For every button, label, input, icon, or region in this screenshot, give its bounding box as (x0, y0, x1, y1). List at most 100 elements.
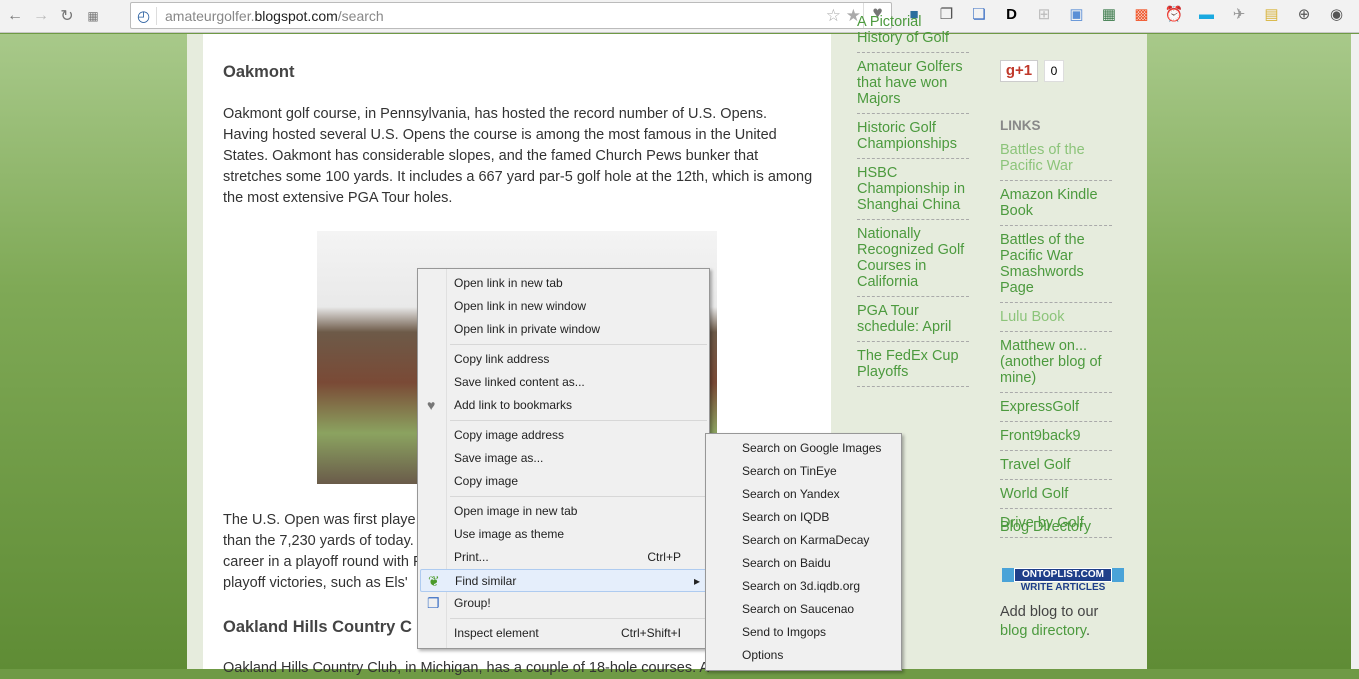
link-item[interactable]: ExpressGolf (1000, 399, 1112, 422)
back-button[interactable]: ← (4, 7, 26, 25)
link-item[interactable]: Amazon Kindle Book (1000, 187, 1112, 226)
menu-item[interactable]: Print... Ctrl+P (420, 546, 707, 569)
d-icon[interactable]: D (1002, 5, 1022, 25)
submenu-item[interactable]: Search on Yandex (708, 483, 899, 506)
forward-button[interactable]: → (30, 7, 52, 25)
link-item[interactable]: Front9back9 (1000, 428, 1112, 451)
menu-item-label: Save linked content as... (454, 375, 585, 389)
link-item[interactable]: Matthew on... (another blog of mine) (1000, 338, 1112, 393)
menu-item-label: Copy image address (454, 428, 565, 442)
link-item[interactable]: World Golf (1000, 486, 1112, 509)
menu-item[interactable]: Open image in new tab (420, 500, 707, 523)
sidebar-post-link[interactable]: HSBC Championship in Shanghai China (857, 165, 969, 220)
add-blog-text: Add blog to our blog directory. (1000, 603, 1120, 641)
link-item[interactable]: Travel Golf (1000, 457, 1112, 480)
menu-item[interactable]: Save linked content as... (420, 371, 707, 394)
menu-separator (450, 420, 707, 421)
menu-item[interactable]: Save image as... (420, 447, 707, 470)
menu-item-label: Open link in private window (454, 322, 601, 336)
menu-item-label: Find similar (455, 574, 517, 588)
menu-item[interactable]: Copy image (420, 470, 707, 493)
leaf-icon: ❦ (428, 573, 440, 589)
link-item[interactable]: Battles of the Pacific War Smashwords Pa… (1000, 232, 1112, 303)
gplus-button[interactable]: g+1 (1000, 60, 1038, 82)
links-heading: LINKS (1000, 118, 1041, 133)
sidebar-post-link[interactable]: Historic Golf Championships (857, 120, 969, 159)
submenu-item[interactable]: Search on IQDB (708, 506, 899, 529)
submenu-item[interactable]: Search on TinEye (708, 460, 899, 483)
menu-item-label: Use image as theme (454, 527, 565, 541)
submenu-arrow-icon: ▸ (693, 574, 700, 588)
url-text[interactable]: amateurgolfer.blogspot.com/search (157, 8, 384, 24)
link-item[interactable]: Lulu Book (1000, 309, 1112, 332)
ontoplist-badge[interactable]: ONTOPLIST.COM WRITE ARTICLES (1002, 568, 1124, 598)
note-icon[interactable]: ▦ (1099, 5, 1119, 25)
download-icon[interactable]: ⊕ (1294, 5, 1314, 25)
add-blog-link[interactable]: blog directory (1000, 623, 1086, 639)
layout-icon[interactable]: ▣ (1067, 5, 1087, 25)
folder-icon[interactable]: ▤ (1262, 5, 1282, 25)
scrollbar[interactable] (1351, 34, 1359, 669)
sidebar-posts: A Pictorial History of Golf Amateur Golfe… (857, 14, 969, 393)
menu-separator (450, 618, 707, 619)
menu-separator (450, 496, 707, 497)
terminal-icon[interactable]: ▬ (1197, 5, 1217, 25)
alarm-icon[interactable]: ⏰ (1164, 5, 1184, 25)
menu-item[interactable]: Open link in new window (420, 295, 707, 318)
menu-item[interactable]: Copy link address (420, 348, 707, 371)
link-item[interactable]: Battles of the Pacific War (1000, 142, 1112, 181)
tabs-icon[interactable]: ❏ (969, 5, 989, 25)
windows-icon[interactable]: ▩ (1132, 5, 1152, 25)
site-info-icon[interactable]: ◴ (131, 6, 157, 25)
menu-item[interactable]: Open link in private window (420, 318, 707, 341)
url-path: /search (337, 7, 384, 24)
menu-item-label: Print... (454, 550, 489, 564)
url-domain: blogspot.com (254, 7, 338, 24)
menu-item[interactable]: Use image as theme (420, 523, 707, 546)
submenu-item[interactable]: Search on Baidu (708, 552, 899, 575)
menu-item[interactable]: ♥ Add link to bookmarks (420, 394, 707, 417)
menu-separator (450, 344, 707, 345)
sidebar-post-link[interactable]: PGA Tour schedule: April (857, 303, 969, 342)
menu-item-label: Copy image (454, 474, 519, 488)
submenu-item[interactable]: Send to Imgops (708, 621, 899, 644)
find-similar-submenu: Search on Google Images Search on TinEye S… (705, 433, 902, 671)
menu-item-label: Add link to bookmarks (454, 398, 573, 412)
sidebar-post-link[interactable]: Nationally Recognized Golf Courses in Ca… (857, 226, 969, 297)
menu-item-label: Copy link address (454, 352, 550, 366)
reload-button[interactable]: ↻ (56, 6, 78, 26)
badge-bottom: WRITE ARTICLES (1020, 582, 1106, 593)
group-icon: ❐ (427, 595, 440, 611)
bookmark-star-icon[interactable]: ☆ ★ (826, 6, 861, 26)
browser-toolbar: ← → ↻ ▦ ◴ amateurgolfer.blogspot.com/sea… (0, 0, 1359, 33)
menu-shortcut: Ctrl+Shift+I (620, 626, 681, 640)
submenu-item[interactable]: Search on Saucenao (708, 598, 899, 621)
menu-item-label: Open link in new window (454, 299, 587, 313)
add-end: . (1085, 623, 1090, 639)
menu-shortcut: Ctrl+P (647, 550, 681, 564)
gplus-count: 0 (1044, 60, 1064, 82)
grid-icon[interactable]: ⊞ (1034, 5, 1054, 25)
url-host: amateurgolfer. (165, 7, 255, 24)
sidebar-post-link[interactable]: The FedEx Cup Playoffs (857, 348, 969, 387)
heart-icon: ♥ (427, 397, 436, 413)
apps-button[interactable]: ▦ (82, 9, 104, 23)
menu-item-label: Open link in new tab (454, 276, 563, 290)
address-bar[interactable]: ◴ amateurgolfer.blogspot.com/search ☆ ★ … (130, 2, 892, 29)
context-menu: Open link in new tab Open link in new win… (417, 268, 710, 649)
menu-item[interactable]: Copy image address (420, 424, 707, 447)
blog-directory-link[interactable]: Blog Directory (1000, 519, 1091, 535)
menu-item[interactable]: ❐ Group! (420, 592, 707, 615)
profile-icon[interactable]: ◉ (1327, 5, 1347, 25)
bird-icon[interactable]: ✈ (1229, 5, 1249, 25)
sidebar-post-link[interactable]: Amateur Golfers that have won Majors (857, 59, 969, 114)
submenu-item[interactable]: Search on 3d.iqdb.org (708, 575, 899, 598)
menu-item[interactable]: Open link in new tab (420, 272, 707, 295)
submenu-item[interactable]: Search on KarmaDecay (708, 529, 899, 552)
post-heading-oakmont: Oakmont (223, 63, 295, 81)
menu-item[interactable]: ❦ Find similar ▸ (420, 569, 707, 592)
menu-item[interactable]: Inspect element Ctrl+Shift+I (420, 622, 707, 645)
sidebar-post-link[interactable]: A Pictorial History of Golf (857, 14, 969, 53)
submenu-item[interactable]: Options (708, 644, 899, 667)
submenu-item[interactable]: Search on Google Images (708, 437, 899, 460)
